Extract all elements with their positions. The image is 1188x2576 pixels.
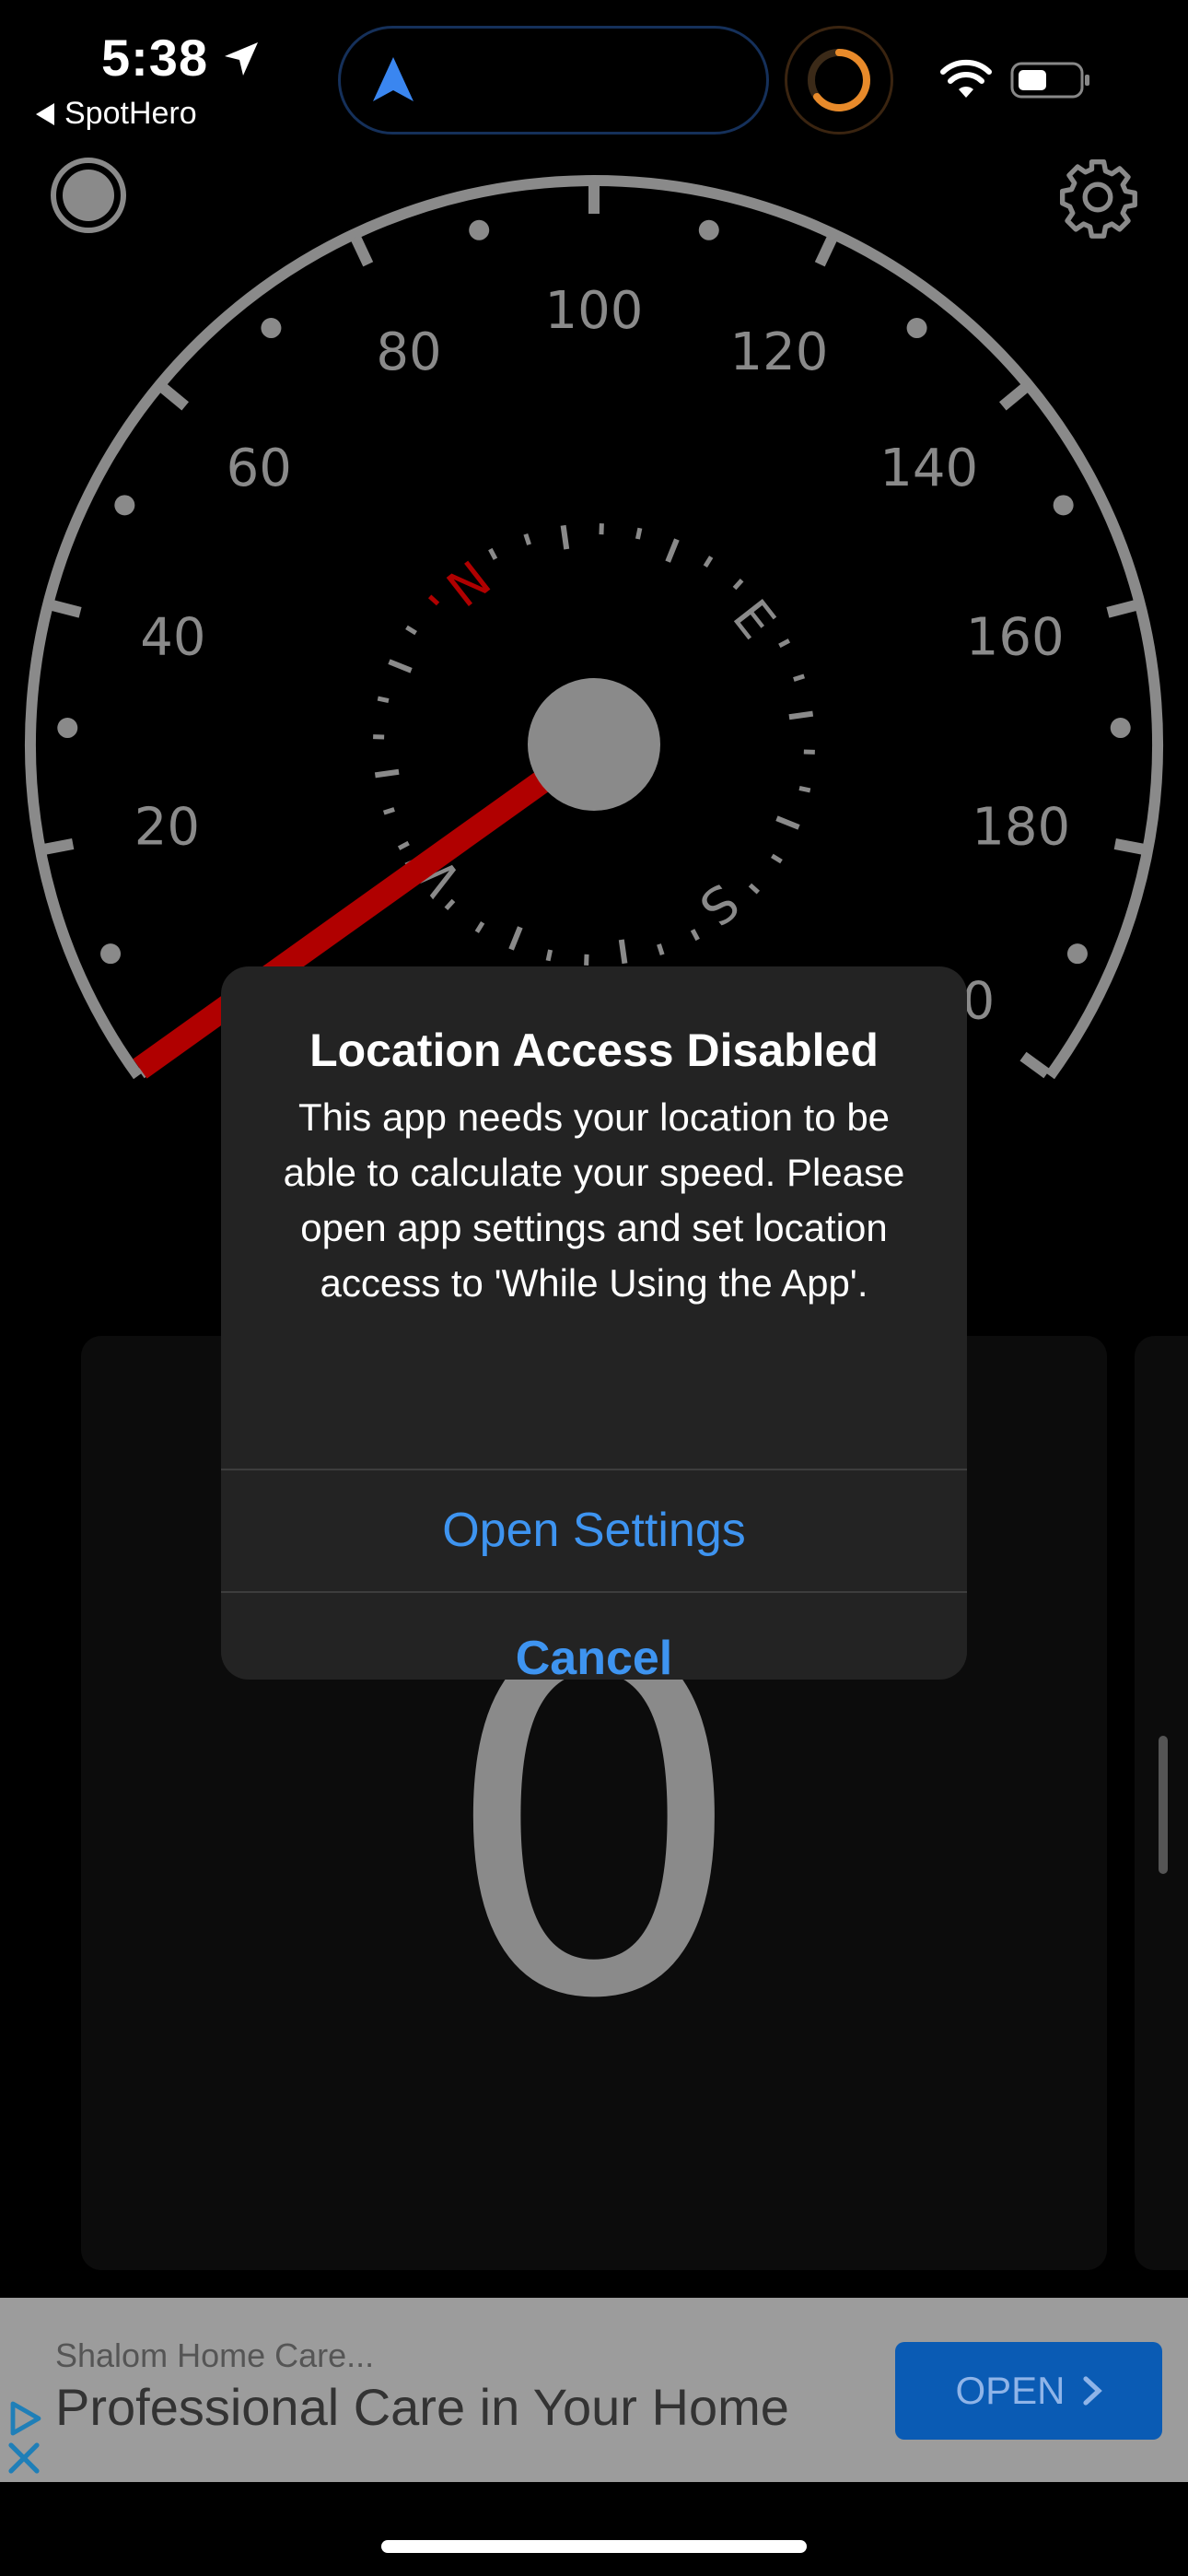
back-triangle-icon <box>36 102 54 125</box>
compass-tick <box>793 673 806 682</box>
ad-headline[interactable]: Professional Care in Your Home <box>55 2377 789 2437</box>
activity-ring-icon <box>785 26 893 135</box>
gauge-minor-dot <box>1066 943 1088 965</box>
gauge-major-tick <box>1106 599 1138 618</box>
gauge-speed-label: 40 <box>140 608 205 668</box>
gauge-minor-dot <box>114 495 135 516</box>
compass-tick <box>618 939 628 965</box>
compass-tick <box>690 929 700 942</box>
gauge-labels: 20406080100120140160180200 <box>134 281 1070 1031</box>
status-time: 5:38 <box>101 29 209 87</box>
gauge-speed-label: 160 <box>966 608 1065 668</box>
gauge-minor-dot <box>100 943 122 965</box>
gauge-minor-dot <box>1053 495 1074 516</box>
gauge-minor-dot <box>1110 718 1131 739</box>
back-app-label: SpotHero <box>64 96 197 131</box>
gauge-speed-label: 140 <box>879 439 978 498</box>
gauge-minor-dot <box>906 318 927 339</box>
gauge-major-tick <box>50 599 82 618</box>
ad-open-button[interactable]: OPEN <box>895 2342 1162 2440</box>
compass-tick <box>427 594 440 606</box>
gauge-minor-dot <box>469 219 490 240</box>
compass-tick <box>374 768 400 779</box>
compass-tick <box>703 556 714 568</box>
compass-tick <box>635 527 643 540</box>
home-indicator[interactable] <box>381 2540 807 2553</box>
location-arrow-icon <box>225 42 258 76</box>
ad-open-label: OPEN <box>955 2369 1066 2412</box>
gauge-minor-dot <box>698 219 719 240</box>
gauge-minor-dot <box>57 718 78 739</box>
chevron-right-icon <box>1082 2376 1102 2406</box>
compass-tick <box>377 696 390 704</box>
gauge-speed-label: 80 <box>376 322 441 382</box>
compass-tick <box>748 883 761 895</box>
compass-label: E <box>721 589 786 650</box>
compass-tick <box>798 785 811 793</box>
back-to-app-link[interactable]: SpotHero <box>35 96 197 132</box>
compass-tick <box>444 898 456 911</box>
ad-sponsor: Shalom Home Care... <box>55 2336 375 2374</box>
compass-tick <box>405 625 417 636</box>
compass-tick <box>388 659 413 673</box>
compass-tick <box>788 710 814 720</box>
compass-tick <box>397 840 410 850</box>
compass-tick <box>732 578 744 591</box>
gauge-major-tick <box>1019 1051 1051 1079</box>
gauge-speed-label: 180 <box>972 797 1070 857</box>
scroll-indicator[interactable] <box>1159 1736 1168 1874</box>
compass-tick <box>665 538 680 563</box>
gauge-speed-label: 60 <box>227 439 292 498</box>
alert-message: This app needs your location to be able … <box>283 1095 905 1305</box>
gauge-major-tick <box>158 382 190 411</box>
needle-hub <box>528 678 660 811</box>
gauge-major-tick <box>814 235 838 267</box>
compass-tick <box>545 949 553 962</box>
location-alert-dialog: Location Access Disabled This app needs … <box>221 966 967 1680</box>
compass-tick <box>382 807 395 815</box>
alert-title: Location Access Disabled <box>309 1025 879 1076</box>
gauge-speed-label: 20 <box>134 797 200 857</box>
adchoices-icon[interactable] <box>7 2400 42 2437</box>
gauge-major-tick <box>1113 838 1146 855</box>
compass-label: N <box>437 550 502 619</box>
compass-tick <box>560 524 570 550</box>
open-settings-button[interactable]: Open Settings <box>221 1470 967 1591</box>
gauge-major-tick <box>998 382 1030 411</box>
gauge-major-tick <box>350 235 374 267</box>
compass-tick <box>508 926 523 951</box>
compass-tick <box>771 853 783 864</box>
battery-icon <box>1010 62 1089 99</box>
gauge-major-tick <box>42 838 75 855</box>
compass-tick <box>778 638 791 649</box>
compass-label: S <box>689 872 750 937</box>
compass-tick <box>488 547 498 560</box>
gauge-minor-dot <box>261 318 282 339</box>
compass-tick <box>775 815 800 830</box>
compass-tick <box>523 533 531 545</box>
gauge-speed-label: 120 <box>730 322 829 382</box>
cancel-button[interactable]: Cancel <box>221 1593 967 1680</box>
compass-tick <box>474 921 485 933</box>
gauge-speed-label: 100 <box>545 281 644 341</box>
compass-tick <box>657 943 665 956</box>
navigation-arrow-icon <box>373 57 413 101</box>
wifi-icon <box>940 59 992 98</box>
ad-close-icon[interactable] <box>7 2441 41 2475</box>
